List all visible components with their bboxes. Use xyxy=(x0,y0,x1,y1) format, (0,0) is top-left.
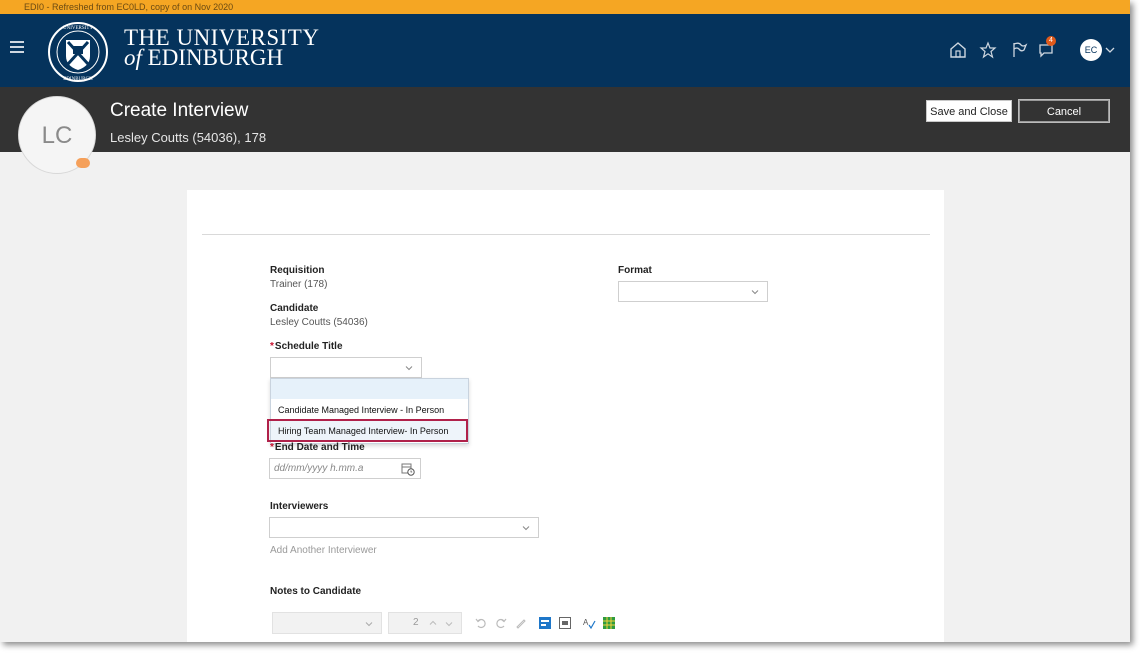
schedule-title-select[interactable] xyxy=(270,357,422,378)
cancel-button[interactable]: Cancel xyxy=(1018,99,1110,123)
notes-to-candidate-label: Notes to Candidate xyxy=(270,586,362,597)
chevron-down-icon xyxy=(751,290,759,295)
chevron-down-icon xyxy=(405,366,413,371)
page-title: Create Interview xyxy=(110,100,249,121)
chevron-up-icon[interactable] xyxy=(429,619,437,627)
dropdown-option-empty[interactable] xyxy=(271,379,468,399)
rich-text-mode-icon[interactable] xyxy=(538,616,552,630)
requisition-label: Requisition xyxy=(270,265,325,276)
spell-check-icon[interactable]: A xyxy=(582,616,596,630)
app-window: EDI0 - Refreshed from EC0LD, copy of on … xyxy=(0,0,1130,642)
svg-text:A: A xyxy=(583,618,589,627)
source-mode-icon[interactable] xyxy=(558,616,572,630)
end-date-input[interactable]: dd/mm/yyyy h.mm.a xyxy=(269,458,421,479)
university-crest-logo[interactable]: UNIVERSITY EDINBURGH xyxy=(42,20,114,84)
requisition-value: Trainer (178) xyxy=(270,279,328,290)
svg-text:UNIVERSITY: UNIVERSITY xyxy=(63,26,93,31)
end-date-label: *End Date and Time xyxy=(270,442,365,453)
more-options-icon[interactable] xyxy=(76,158,90,168)
calendar-clock-icon[interactable] xyxy=(401,462,415,476)
schedule-title-label: *Schedule Title xyxy=(270,341,343,352)
chevron-down-icon xyxy=(522,526,530,531)
table-icon[interactable] xyxy=(602,616,616,630)
dropdown-option-candidate-managed[interactable]: Candidate Managed Interview - In Person xyxy=(271,400,468,420)
font-size-value: 2 xyxy=(413,617,419,628)
redo-icon[interactable] xyxy=(494,616,508,630)
candidate-label: Candidate xyxy=(270,303,319,314)
schedule-title-dropdown: Candidate Managed Interview - In Person … xyxy=(270,378,469,444)
add-another-interviewer-link[interactable]: Add Another Interviewer xyxy=(270,545,377,556)
divider xyxy=(202,234,930,235)
rich-text-toolbar: 2 A xyxy=(272,612,652,636)
save-and-close-button[interactable]: Save and Close xyxy=(926,100,1012,122)
notification-badge: 4 xyxy=(1046,36,1056,46)
chevron-down-icon[interactable] xyxy=(1104,44,1116,56)
university-title: THE UNIVERSITY of EDINBURGH xyxy=(124,26,319,70)
interviewers-select[interactable] xyxy=(269,517,539,538)
required-mark: * xyxy=(270,341,274,352)
dropdown-option-hiring-team-managed[interactable]: Hiring Team Managed Interview- In Person xyxy=(271,421,468,441)
required-mark: * xyxy=(270,442,274,453)
chevron-down-icon[interactable] xyxy=(445,620,453,628)
interviewers-label: Interviewers xyxy=(270,501,329,512)
svg-text:EDINBURGH: EDINBURGH xyxy=(63,77,93,82)
home-icon[interactable] xyxy=(948,40,968,60)
flag-icon[interactable] xyxy=(1009,40,1029,60)
pencil-icon[interactable] xyxy=(514,616,528,630)
user-avatar[interactable]: EC xyxy=(1080,39,1102,61)
undo-icon[interactable] xyxy=(474,616,488,630)
global-header: UNIVERSITY EDINBURGH THE UNIVERSITY of E… xyxy=(0,14,1130,87)
menu-icon[interactable] xyxy=(10,41,24,53)
font-family-select[interactable] xyxy=(272,612,382,634)
candidate-value: Lesley Coutts (54036) xyxy=(270,317,368,328)
font-size-select[interactable]: 2 xyxy=(388,612,462,634)
title-line-2: of EDINBURGH xyxy=(124,45,284,70)
star-icon[interactable] xyxy=(978,40,998,60)
format-select[interactable] xyxy=(618,281,768,302)
chevron-down-icon xyxy=(365,622,373,627)
page-subtitle: Lesley Coutts (54036), 178 xyxy=(110,130,267,145)
format-label: Format xyxy=(618,265,652,276)
environment-banner: EDI0 - Refreshed from EC0LD, copy of on … xyxy=(0,0,1130,14)
